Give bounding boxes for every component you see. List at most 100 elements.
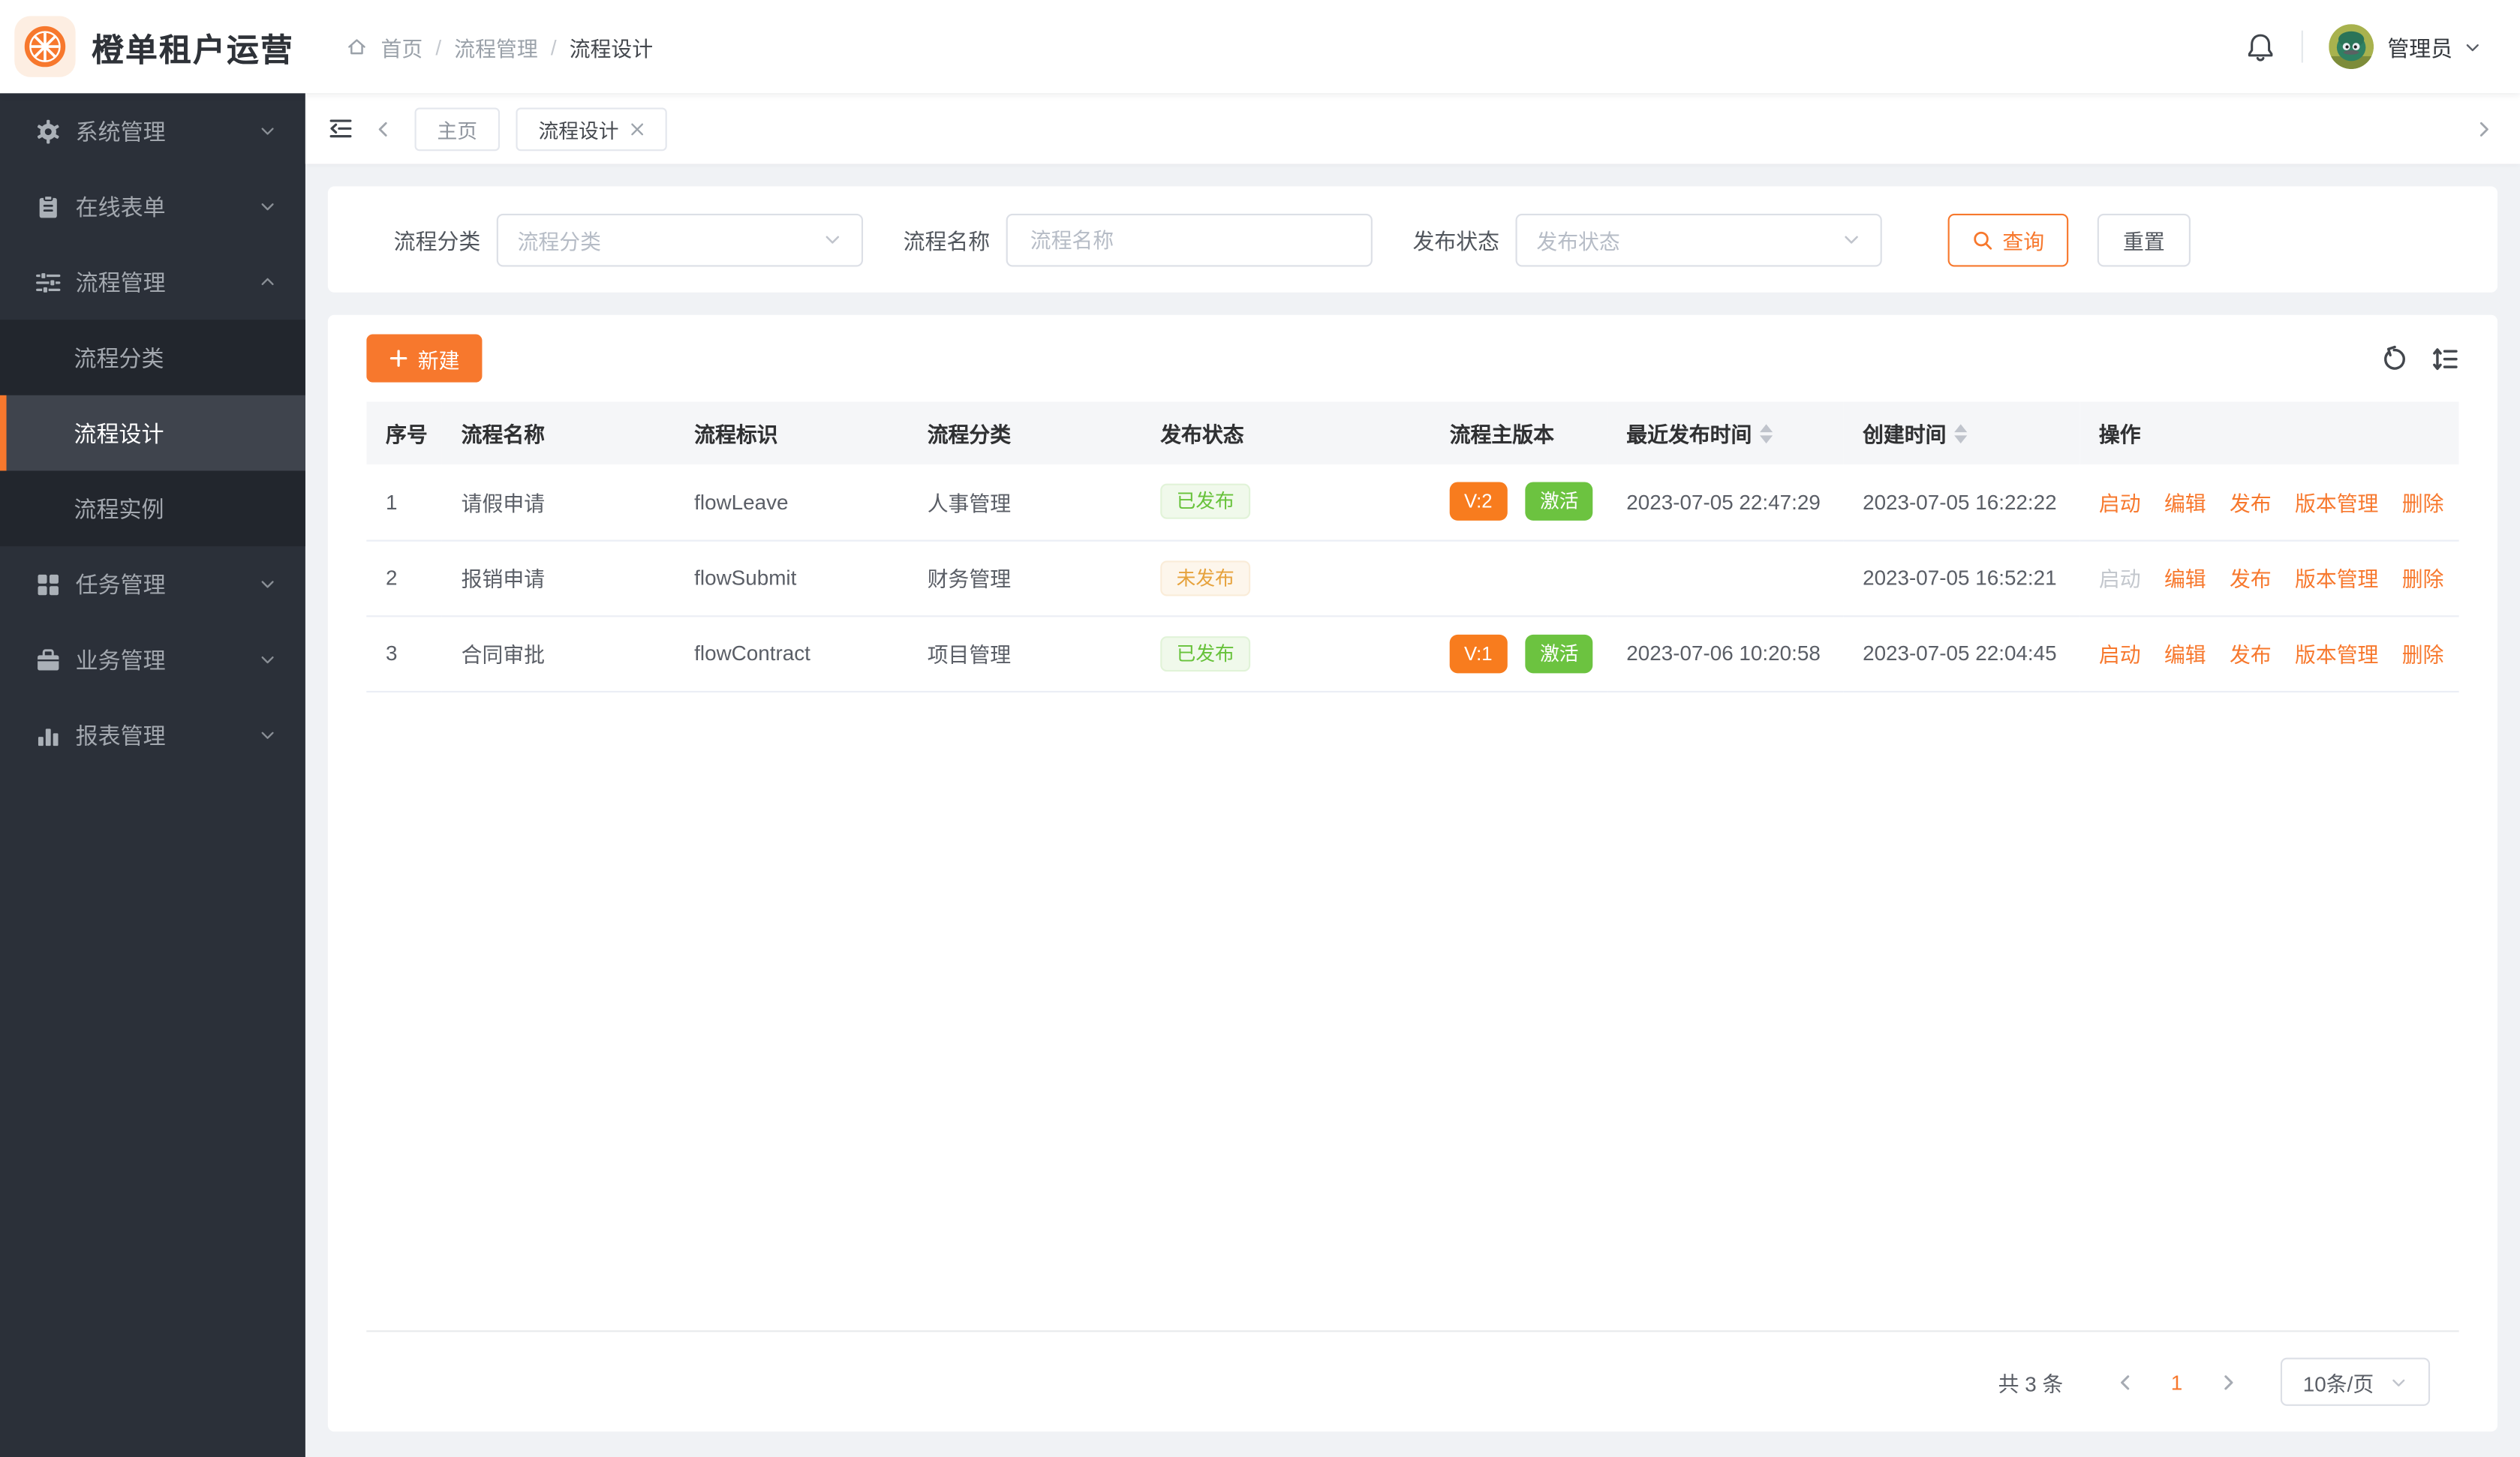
tab-close-icon[interactable] [630, 122, 645, 136]
chevron-down-icon [259, 575, 277, 593]
reset-button[interactable]: 重置 [2097, 213, 2191, 266]
action-start-disabled: 启动 [2099, 567, 2141, 591]
tab-flow-design[interactable]: 流程设计 [516, 107, 666, 150]
notification-bell-icon[interactable] [2245, 32, 2275, 62]
filter-group-category: 流程分类 流程分类 [394, 213, 863, 266]
sidebar-item-label: 流程管理 [76, 266, 166, 298]
tab-home[interactable]: 主页 [415, 107, 501, 150]
cell-publish-time: 2023-07-05 22:47:29 [1607, 464, 1844, 540]
active-badge: 激活 [1526, 482, 1593, 521]
action-delete[interactable]: 删除 [2402, 491, 2444, 515]
cell-index: 2 [366, 540, 442, 616]
pagination-page-1[interactable]: 1 [2152, 1370, 2202, 1394]
cell-flow-category: 项目管理 [908, 615, 1141, 691]
table-row: 2 报销申请 flowSubmit 财务管理 未发布 2023-07-05 16… [366, 540, 2458, 616]
flow-name-input[interactable] [1027, 226, 1352, 253]
filter-bar: 流程分类 流程分类 流程名称 发布状态 [328, 186, 2497, 292]
sort-carets[interactable] [1760, 423, 1773, 443]
cell-create-time: 2023-07-05 22:04:45 [1843, 615, 2079, 691]
pagination-prev-icon[interactable] [2098, 1371, 2152, 1392]
sidebar-item-flow-instance[interactable]: 流程实例 [0, 470, 305, 546]
plus-icon [389, 349, 408, 368]
user-avatar[interactable] [2328, 24, 2373, 69]
sidebar-item-task-management[interactable]: 任务管理 [0, 546, 305, 622]
cell-actions: 启动 编辑 发布 版本管理 删除 [2079, 540, 2458, 616]
sidebar-item-flow-design[interactable]: 流程设计 [0, 395, 305, 471]
action-start[interactable]: 启动 [2099, 491, 2141, 515]
action-edit[interactable]: 编辑 [2164, 567, 2206, 591]
cell-index: 1 [366, 464, 442, 540]
row-density-icon[interactable] [2431, 344, 2458, 371]
breadcrumb-home[interactable]: 首页 [381, 32, 423, 62]
pagination-next-icon[interactable] [2202, 1371, 2255, 1392]
col-flow-name: 流程名称 [442, 401, 675, 464]
cell-index: 3 [366, 615, 442, 691]
sidebar-item-label: 流程实例 [74, 492, 164, 524]
grid-icon [35, 571, 61, 596]
sidebar-item-system[interactable]: 系统管理 [0, 93, 305, 169]
cell-flow-key: flowSubmit [675, 540, 908, 616]
status-badge-published: 已发布 [1160, 635, 1250, 671]
user-name[interactable]: 管理员 [2387, 31, 2452, 63]
action-start[interactable]: 启动 [2099, 643, 2141, 667]
top-bar: 橙单租户运营 首页 / 流程管理 / 流程设计 [0, 0, 2520, 93]
action-delete[interactable]: 删除 [2402, 567, 2444, 591]
page-size-select[interactable]: 10条/页 [2281, 1358, 2430, 1406]
open-tabs: 主页 流程设计 [415, 107, 667, 150]
action-delete[interactable]: 删除 [2402, 643, 2444, 667]
page-content: 流程分类 流程分类 流程名称 发布状态 [305, 164, 2520, 1457]
publish-status-select[interactable]: 发布状态 [1516, 213, 1882, 266]
action-publish[interactable]: 发布 [2230, 567, 2272, 591]
breadcrumb-flow-management[interactable]: 流程管理 [454, 32, 537, 62]
orange-logo-icon [14, 16, 75, 77]
chevron-down-icon [259, 122, 277, 140]
action-version-manage[interactable]: 版本管理 [2295, 567, 2378, 591]
refresh-icon[interactable] [2382, 344, 2409, 371]
action-publish[interactable]: 发布 [2230, 643, 2272, 667]
action-edit[interactable]: 编辑 [2164, 491, 2206, 515]
filter-label: 流程名称 [904, 224, 991, 256]
table-header-row: 序号 流程名称 流程标识 流程分类 发布状态 流程主版本 最近发布时间 [366, 401, 2458, 464]
action-edit[interactable]: 编辑 [2164, 643, 2206, 667]
sidebar-item-report-management[interactable]: 报表管理 [0, 697, 305, 773]
query-button[interactable]: 查询 [1948, 213, 2069, 266]
breadcrumb-separator: / [435, 35, 441, 59]
sidebar-item-flow-category[interactable]: 流程分类 [0, 320, 305, 395]
app-title: 橙单租户运营 [92, 23, 294, 70]
action-version-manage[interactable]: 版本管理 [2295, 491, 2378, 515]
col-create-time: 创建时间 [1843, 401, 2079, 464]
cell-actions: 启动 编辑 发布 版本管理 删除 [2079, 464, 2458, 540]
sidebar: 系统管理 在线表单 [0, 93, 305, 1457]
cell-flow-key: flowLeave [675, 464, 908, 540]
cell-flow-key: flowContract [675, 615, 908, 691]
active-badge: 激活 [1526, 634, 1593, 672]
sidebar-item-label: 在线表单 [76, 191, 166, 223]
sidebar-submenu-flow: 流程分类 流程设计 流程实例 [0, 320, 305, 546]
col-flow-category: 流程分类 [908, 401, 1141, 464]
chevron-down-icon [259, 650, 277, 668]
topbar-divider [2301, 31, 2302, 63]
bar-chart-icon [35, 722, 61, 748]
tabs-scroll-right-icon[interactable] [2473, 118, 2494, 139]
category-select[interactable]: 流程分类 [497, 213, 863, 266]
flow-table-card: 新建 [328, 315, 2497, 1431]
action-publish[interactable]: 发布 [2230, 491, 2272, 515]
create-button[interactable]: 新建 [366, 334, 482, 382]
cell-create-time: 2023-07-05 16:52:21 [1843, 540, 2079, 616]
action-version-manage[interactable]: 版本管理 [2295, 643, 2378, 667]
chevron-down-icon [1842, 230, 1861, 249]
chevron-down-icon[interactable] [2464, 38, 2482, 56]
sidebar-fold-icon[interactable] [328, 116, 353, 141]
table-row: 1 请假申请 flowLeave 人事管理 已发布 V:2 激活 [366, 464, 2458, 540]
sidebar-item-flow-management[interactable]: 流程管理 [0, 245, 305, 320]
sort-carets[interactable] [1954, 423, 1967, 443]
table-toolbar: 新建 [328, 315, 2497, 402]
pagination: 共 3 条 1 10条/页 [328, 1332, 2497, 1431]
status-badge-published: 已发布 [1160, 484, 1250, 519]
col-main-version: 流程主版本 [1430, 401, 1607, 464]
tabs-scroll-left-icon[interactable] [373, 118, 394, 139]
flow-name-input-wrap [1006, 213, 1373, 266]
sidebar-item-online-forms[interactable]: 在线表单 [0, 169, 305, 245]
breadcrumb-current: 流程设计 [570, 32, 653, 62]
sidebar-item-business-management[interactable]: 业务管理 [0, 622, 305, 698]
